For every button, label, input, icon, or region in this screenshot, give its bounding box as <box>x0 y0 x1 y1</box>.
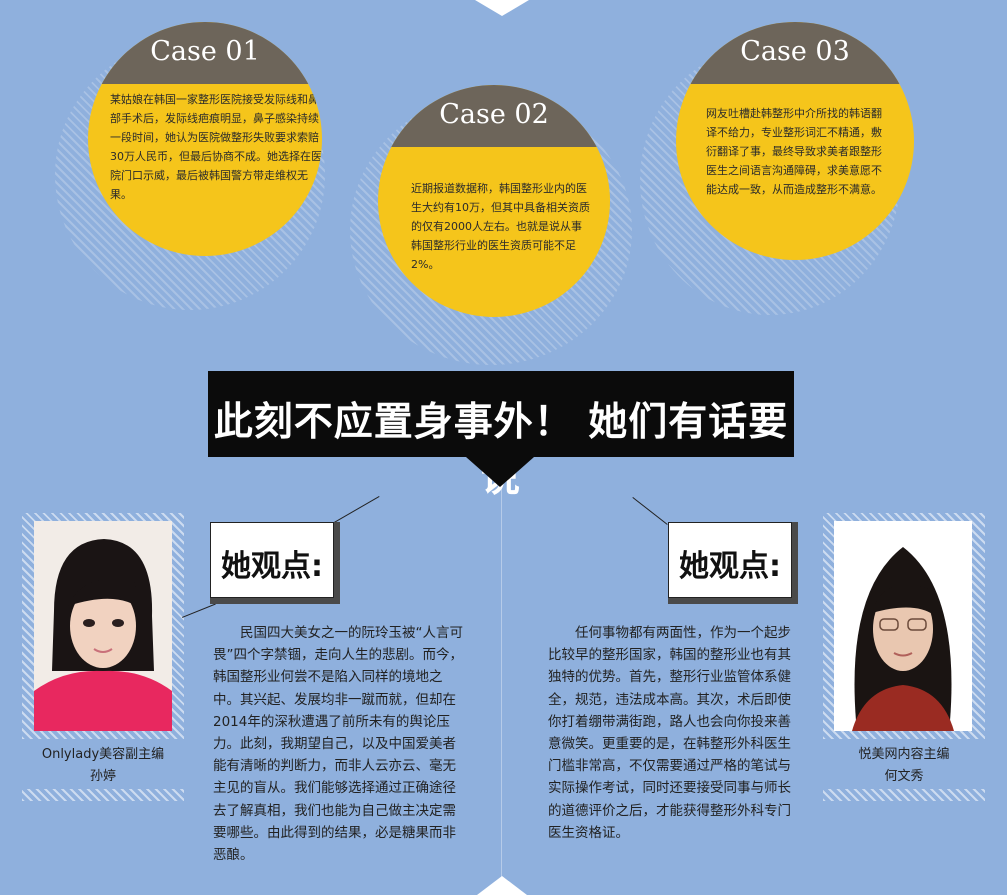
left-connector-line-lower <box>182 603 216 618</box>
case-02-label: Case 02 <box>439 99 549 130</box>
right-caption-role: 悦美网内容主编 <box>858 747 950 762</box>
left-caption-role: Onlylady美容副主编 <box>41 747 165 762</box>
case-02-text: 近期报道数据称，韩国整形业内的医生大约有10万，但其中具备相关资质的仅有2000… <box>411 182 590 271</box>
left-caption-stripe <box>22 789 184 801</box>
right-avatar-portrait <box>834 521 972 731</box>
top-notch <box>475 0 529 16</box>
right-view-title: 她观点: <box>679 549 781 584</box>
case-03-card: Case 03 网友吐槽赴韩整形中介所找的韩语翻译不给力，专业整形词汇不精通，敷… <box>676 22 914 260</box>
case-03-label: Case 03 <box>740 36 850 67</box>
right-caption: 悦美网内容主编 何文秀 <box>823 744 985 788</box>
left-caption-name: 孙婷 <box>89 769 116 784</box>
case-01-text: 某姑娘在韩国一家整形医院接受发际线和鼻部手术后，发际线疤痕明显，鼻子感染持续一段… <box>110 93 322 201</box>
right-caption-stripe <box>823 789 985 801</box>
right-avatar <box>834 521 972 731</box>
left-view-title: 她观点: <box>221 549 323 584</box>
left-avatar-portrait <box>34 521 172 731</box>
left-speech: 民国四大美女之一的阮玲玉被“人言可畏”四个字禁锢，走向人生的悲剧。而今，韩国整形… <box>213 622 465 866</box>
case-03-text: 网友吐槽赴韩整形中介所找的韩语翻译不给力，专业整形词汇不精通，敷衍翻译了事，最终… <box>706 107 882 196</box>
left-avatar <box>34 521 172 731</box>
left-caption: Onlylady美容副主编 孙婷 <box>22 744 184 788</box>
right-view-box: 她观点: <box>668 522 798 604</box>
left-view-box: 她观点: <box>210 522 340 604</box>
banner-pointer <box>466 457 534 487</box>
headline-banner: 此刻不应置身事外！ 她们有话要说 <box>208 371 794 501</box>
case-02-card: Case 02 近期报道数据称，韩国整形业内的医生大约有10万，但其中具备相关资… <box>378 85 610 317</box>
right-caption-name: 何文秀 <box>884 769 924 784</box>
right-speech-text: 任何事物都有两面性，作为一个起步比较早的整形国家，韩国的整形业也有其独特的优势。… <box>548 625 791 841</box>
case-01-label: Case 01 <box>150 36 260 67</box>
case-01-card: Case 01 某姑娘在韩国一家整形医院接受发际线和鼻部手术后，发际线疤痕明显，… <box>88 22 322 256</box>
center-divider <box>501 487 502 877</box>
left-speech-text: 民国四大美女之一的阮玲玉被“人言可畏”四个字禁锢，走向人生的悲剧。而今，韩国整形… <box>213 625 463 864</box>
right-speech: 任何事物都有两面性，作为一个起步比较早的整形国家，韩国的整形业也有其独特的优势。… <box>548 622 800 844</box>
bottom-notch <box>477 876 527 895</box>
